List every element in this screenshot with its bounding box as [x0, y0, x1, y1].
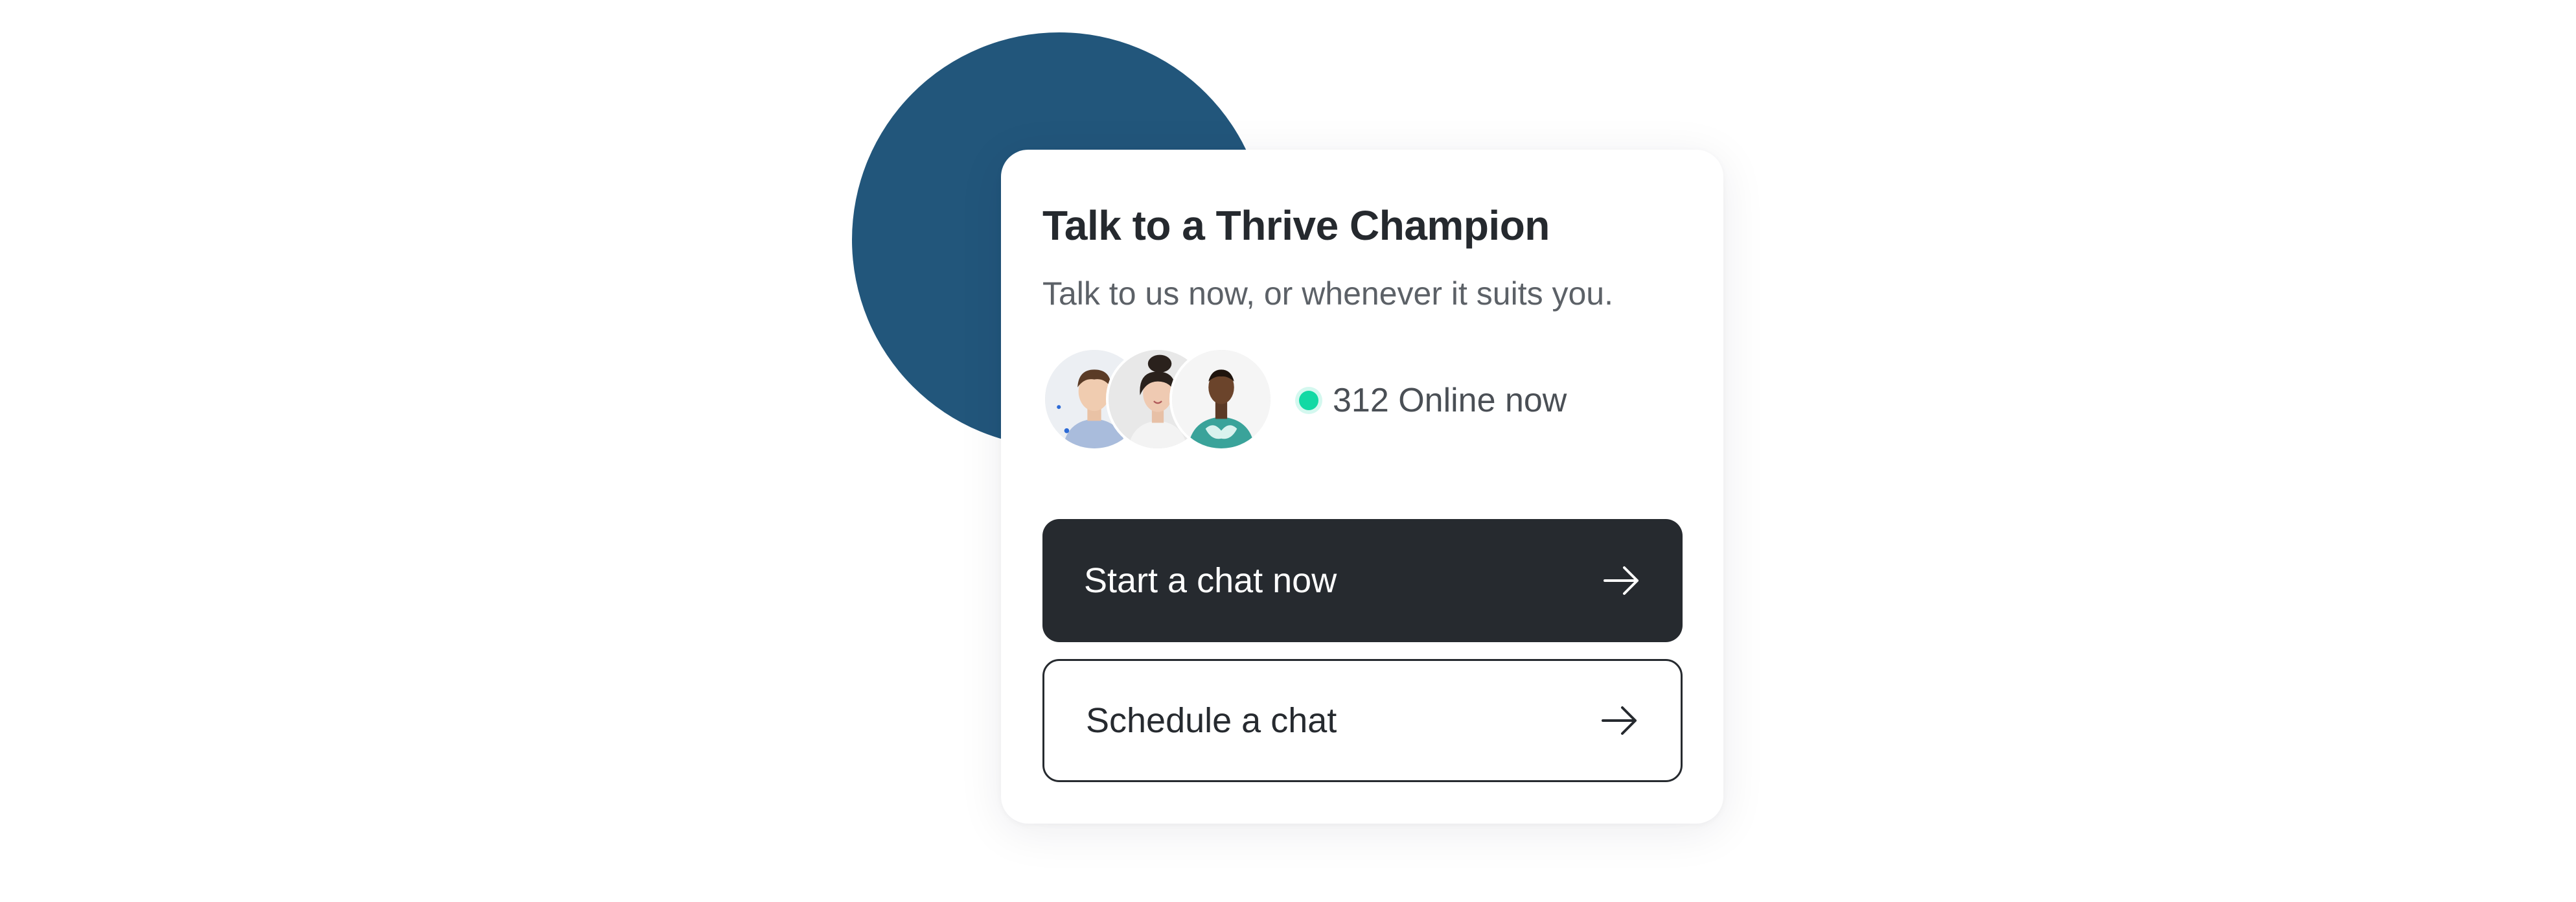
- schedule-chat-label: Schedule a chat: [1086, 701, 1337, 740]
- start-chat-button[interactable]: Start a chat now: [1042, 519, 1683, 642]
- card-title: Talk to a Thrive Champion: [1042, 202, 1550, 249]
- online-count: 312 Online now: [1333, 382, 1567, 419]
- person-avatar-icon: [1172, 350, 1271, 448]
- chat-card: Talk to a Thrive Champion Talk to us now…: [1001, 150, 1723, 824]
- schedule-chat-button[interactable]: Schedule a chat: [1042, 659, 1683, 782]
- start-chat-label: Start a chat now: [1084, 561, 1337, 600]
- online-indicator-icon: [1299, 391, 1318, 410]
- online-status: 312 Online now: [1299, 380, 1567, 421]
- avatar-group: [1042, 347, 1276, 454]
- card-subtitle: Talk to us now, or whenever it suits you…: [1042, 275, 1613, 312]
- avatar: [1169, 347, 1273, 451]
- arrow-right-icon: [1602, 706, 1637, 735]
- arrow-right-icon: [1604, 566, 1639, 595]
